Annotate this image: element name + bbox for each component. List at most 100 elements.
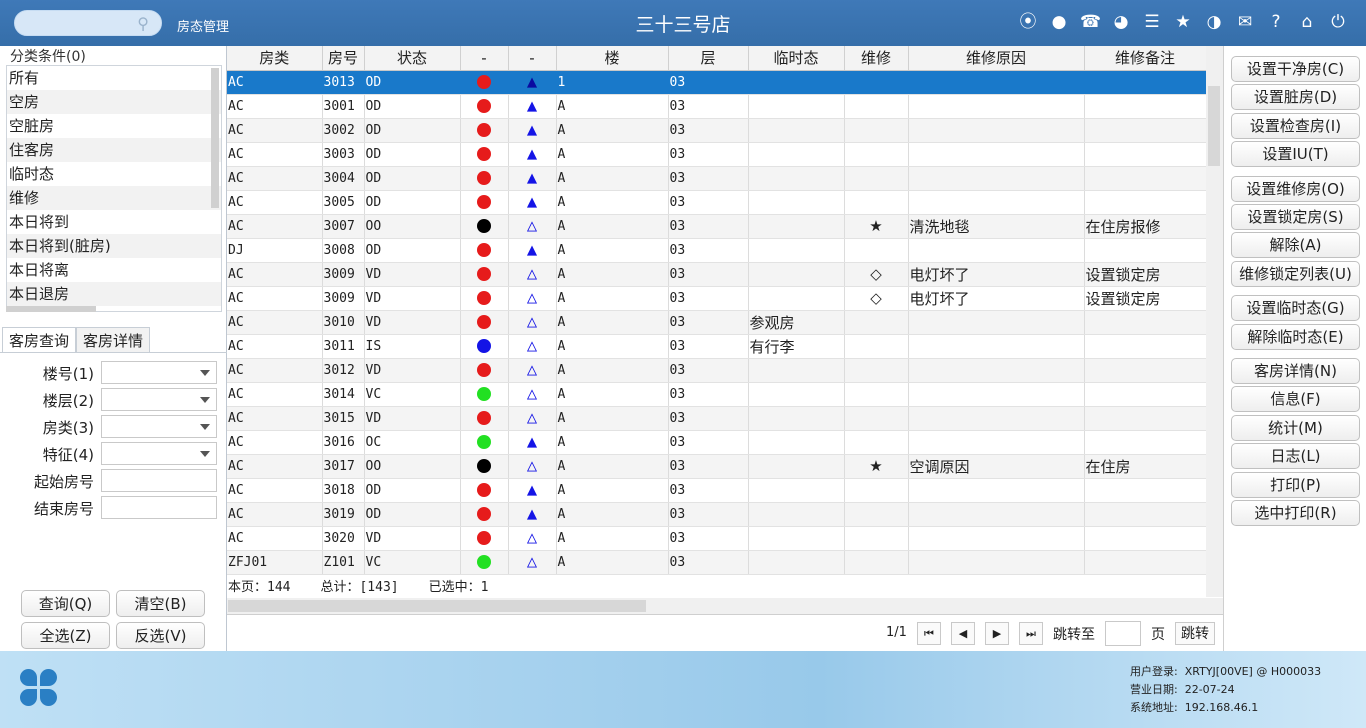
- jump-page-input[interactable]: [1105, 621, 1141, 646]
- power-icon[interactable]: ⏻: [1328, 11, 1348, 33]
- select-all-button[interactable]: 全选(Z): [21, 622, 110, 649]
- column-header[interactable]: -: [508, 46, 557, 71]
- next-page-button[interactable]: ▶: [985, 622, 1009, 645]
- grid-vscroll-thumb[interactable]: [1208, 86, 1220, 166]
- action-button[interactable]: 设置锁定房(S): [1231, 204, 1360, 230]
- help-icon[interactable]: ?: [1266, 11, 1286, 33]
- column-header[interactable]: 维修原因: [908, 46, 1085, 71]
- query-button[interactable]: 查询(Q): [21, 590, 110, 617]
- jump-button[interactable]: 跳转: [1175, 622, 1215, 645]
- column-header[interactable]: 楼: [556, 46, 669, 71]
- category-item[interactable]: 住客房: [7, 138, 221, 162]
- table-row[interactable]: AC 3003 OD ▲ A 03: [227, 142, 1206, 167]
- table-row[interactable]: AC 3010 VD △ A 03 参观房: [227, 310, 1206, 335]
- mail-icon[interactable]: ✉: [1235, 11, 1255, 33]
- category-item[interactable]: 本日将到(脏房): [7, 234, 221, 258]
- action-button[interactable]: 选中打印(R): [1231, 500, 1360, 526]
- category-item[interactable]: 本日将离: [7, 258, 221, 282]
- clear-button[interactable]: 清空(B): [116, 590, 205, 617]
- category-item[interactable]: 维修: [7, 186, 221, 210]
- first-page-button[interactable]: ⏮: [917, 622, 941, 645]
- table-row[interactable]: AC 3004 OD ▲ A 03: [227, 166, 1206, 191]
- home-icon[interactable]: ⌂: [1297, 11, 1317, 33]
- table-row[interactable]: AC 3009 VD △ A 03 ◇ 电灯坏了 设置锁定房: [227, 262, 1206, 287]
- cell-room-no: 3011: [322, 334, 365, 359]
- table-row[interactable]: AC 3019 OD ▲ A 03: [227, 502, 1206, 527]
- category-item[interactable]: 所有: [7, 66, 221, 90]
- theme-icon[interactable]: ◑: [1204, 11, 1224, 33]
- tab-room-query[interactable]: 客房查询: [2, 327, 77, 353]
- table-row[interactable]: AC 3014 VC △ A 03: [227, 382, 1206, 407]
- table-row[interactable]: DJ 3008 OD ▲ A 03: [227, 238, 1206, 263]
- chat-icon[interactable]: ●: [1049, 11, 1069, 33]
- prev-page-button[interactable]: ◀: [951, 622, 975, 645]
- category-item[interactable]: 本日退房: [7, 282, 221, 306]
- action-button[interactable]: 维修锁定列表(U): [1231, 260, 1360, 287]
- table-row[interactable]: AC 3012 VD △ A 03: [227, 358, 1206, 383]
- building-select[interactable]: [101, 361, 217, 384]
- column-header[interactable]: -: [460, 46, 509, 71]
- column-header[interactable]: 维修: [844, 46, 909, 71]
- action-button[interactable]: 统计(M): [1231, 414, 1360, 441]
- action-button[interactable]: 解除(A): [1231, 232, 1360, 259]
- action-button[interactable]: 解除临时态(E): [1231, 323, 1360, 350]
- column-header[interactable]: 层: [668, 46, 749, 71]
- column-header[interactable]: 状态: [364, 46, 461, 71]
- grid-hscrollbar[interactable]: [227, 598, 1223, 614]
- action-button[interactable]: 客房详情(N): [1231, 358, 1360, 384]
- column-header[interactable]: 维修备注: [1084, 46, 1206, 71]
- table-row[interactable]: AC 3016 OC ▲ A 03: [227, 430, 1206, 455]
- table-row[interactable]: AC 3001 OD ▲ A 03: [227, 94, 1206, 119]
- column-header[interactable]: 房号: [322, 46, 365, 71]
- category-item[interactable]: 本日将到: [7, 210, 221, 234]
- wifi-icon[interactable]: ⦿: [1018, 11, 1038, 33]
- table-row[interactable]: AC 3011 IS △ A 03 有行李: [227, 334, 1206, 359]
- column-header[interactable]: 房类: [227, 46, 323, 71]
- action-button[interactable]: 设置IU(T): [1231, 141, 1360, 168]
- start-room-input[interactable]: [101, 469, 217, 492]
- action-button[interactable]: 设置检查房(I): [1231, 112, 1360, 139]
- table-row[interactable]: AC 3002 OD ▲ A 03: [227, 118, 1206, 143]
- chevron-down-icon[interactable]: [200, 424, 210, 430]
- end-room-input[interactable]: [101, 496, 217, 519]
- last-page-button[interactable]: ⏭: [1019, 622, 1043, 645]
- tab-room-detail[interactable]: 客房详情: [76, 327, 151, 353]
- column-header[interactable]: 临时态: [748, 46, 845, 71]
- action-button[interactable]: 信息(F): [1231, 386, 1360, 413]
- table-row[interactable]: AC 3018 OD ▲ A 03: [227, 478, 1206, 503]
- table-row[interactable]: AC 3005 OD ▲ A 03: [227, 190, 1206, 215]
- category-hscrollbar[interactable]: [6, 306, 96, 312]
- action-button[interactable]: 打印(P): [1231, 471, 1360, 498]
- action-button[interactable]: 设置干净房(C): [1231, 56, 1360, 82]
- action-button[interactable]: 日志(L): [1231, 443, 1360, 470]
- table-row[interactable]: AC 3013 OD ▲ 1 03: [227, 70, 1206, 95]
- roomtype-select[interactable]: [101, 415, 217, 438]
- action-button[interactable]: 设置临时态(G): [1231, 295, 1360, 322]
- grid-hscroll-thumb[interactable]: [228, 600, 646, 612]
- palette-icon[interactable]: ◕: [1111, 11, 1131, 33]
- star-icon[interactable]: ★: [1173, 11, 1193, 33]
- invert-select-button[interactable]: 反选(V): [116, 622, 205, 649]
- phone-icon[interactable]: ☎: [1080, 11, 1101, 33]
- table-row[interactable]: AC 3020 VD △ A 03: [227, 526, 1206, 551]
- grid-vscrollbar[interactable]: [1206, 46, 1223, 597]
- chevron-down-icon[interactable]: [200, 451, 210, 457]
- menu-icon[interactable]: ☰: [1142, 11, 1162, 33]
- category-scrollbar[interactable]: [211, 68, 219, 208]
- action-panel: 设置干净房(C) 设置脏房(D) 设置检查房(I) 设置IU(T) 设置维修房(O) 设置…: [1223, 46, 1366, 651]
- action-button[interactable]: 设置维修房(O): [1231, 175, 1360, 202]
- action-button[interactable]: 设置脏房(D): [1231, 84, 1360, 111]
- category-item[interactable]: 空房: [7, 90, 221, 114]
- category-item[interactable]: 临时态: [7, 162, 221, 186]
- table-row[interactable]: AC 3015 VD △ A 03: [227, 406, 1206, 431]
- table-row[interactable]: AC 3017 OO △ A 03 ★ 空调原因 在住房: [227, 454, 1206, 479]
- floor-select[interactable]: [101, 388, 217, 411]
- chevron-down-icon[interactable]: [200, 370, 210, 376]
- feature-select[interactable]: [101, 442, 217, 465]
- cell-status-dot: [460, 358, 509, 383]
- table-row[interactable]: ZFJ01 Z101 VC △ A 03: [227, 550, 1206, 575]
- chevron-down-icon[interactable]: [200, 397, 210, 403]
- table-row[interactable]: AC 3007 OO △ A 03 ★ 清洗地毯 在住房报修: [227, 214, 1206, 239]
- category-item[interactable]: 空脏房: [7, 114, 221, 138]
- table-row[interactable]: AC 3009 VD △ A 03 ◇ 电灯坏了 设置锁定房: [227, 286, 1206, 311]
